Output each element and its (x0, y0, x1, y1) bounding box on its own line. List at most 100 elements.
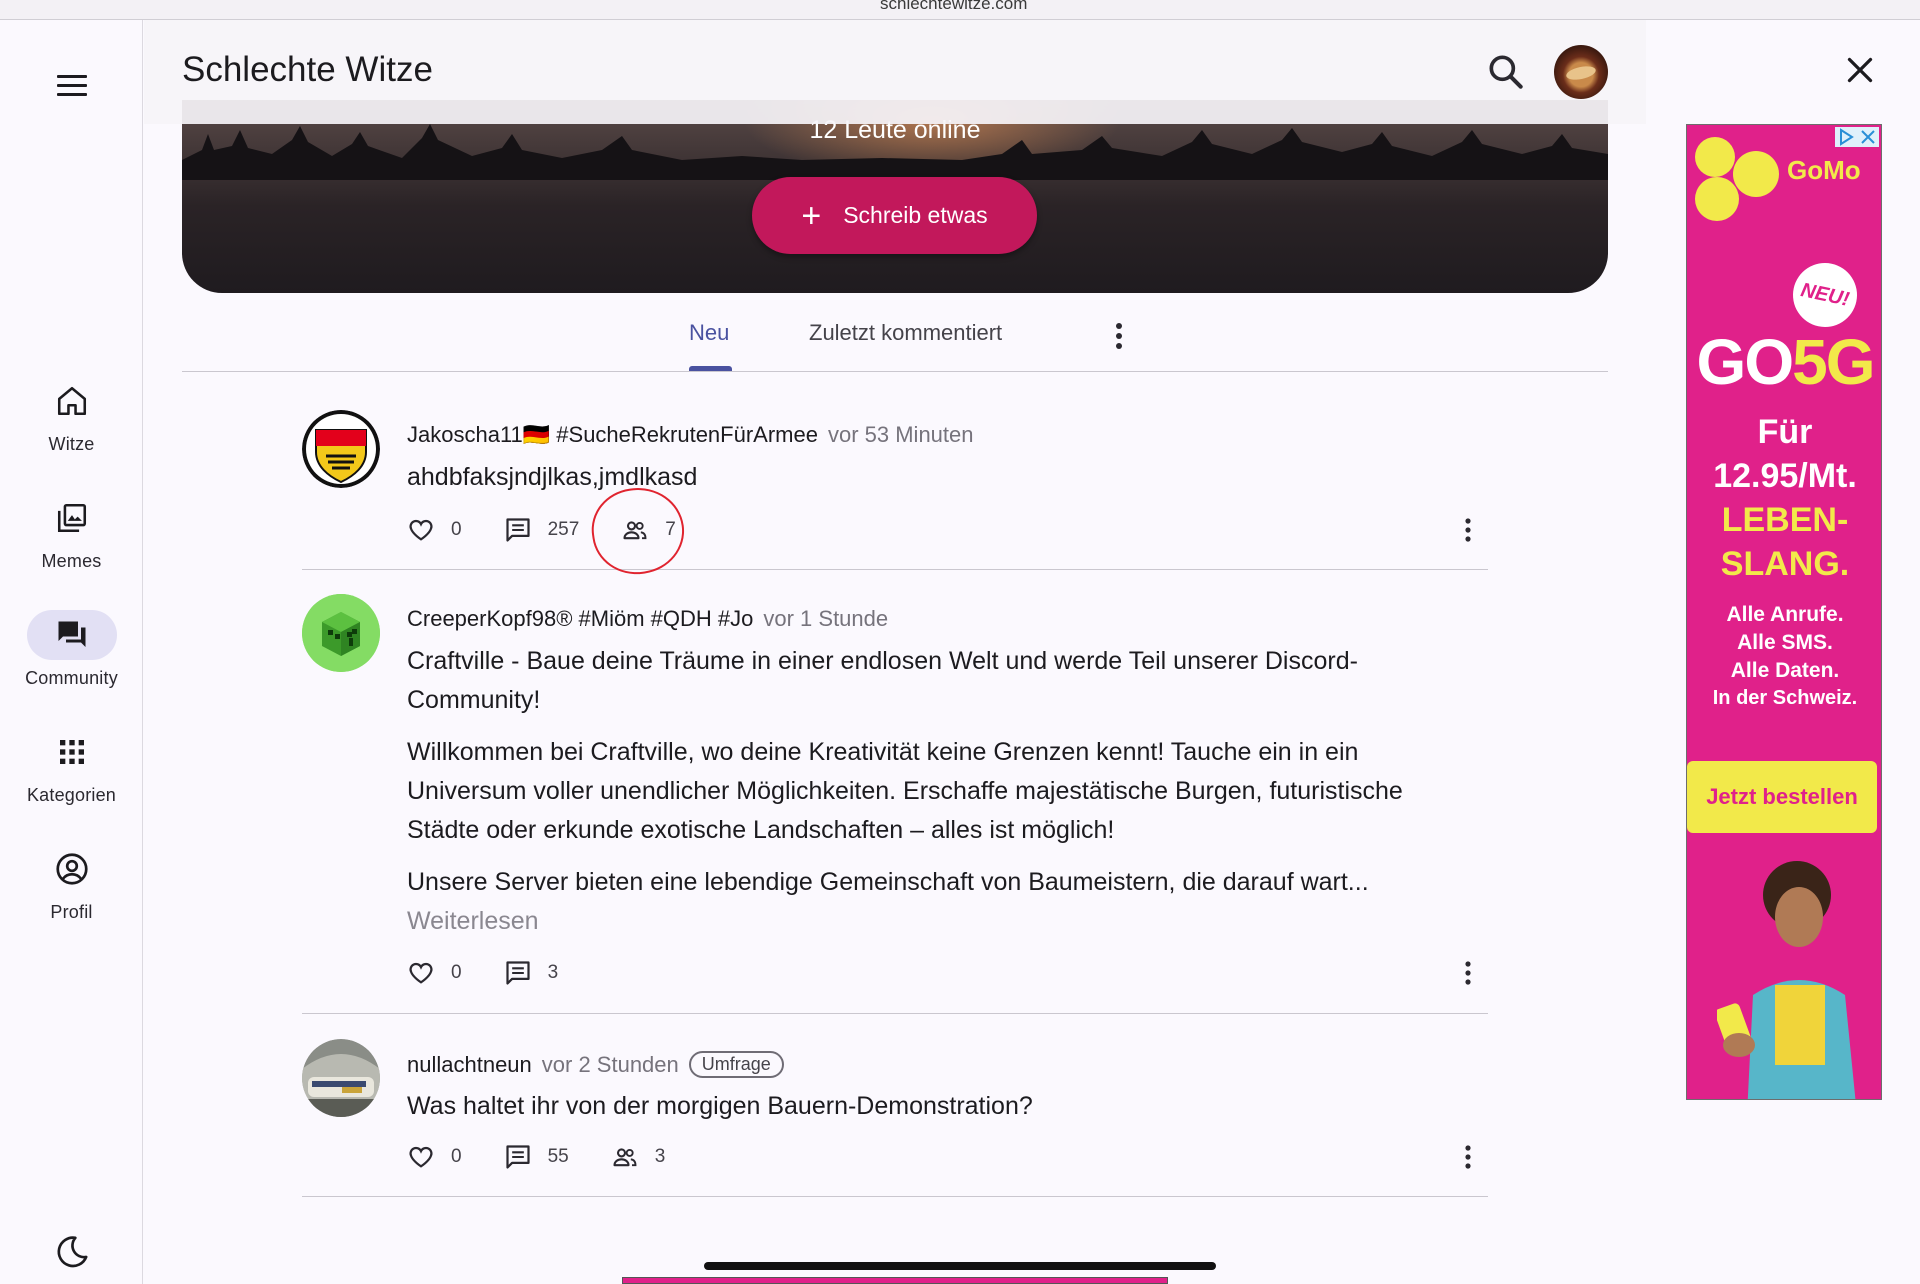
close-icon (1861, 130, 1875, 144)
people-icon (613, 1148, 637, 1167)
sidebar-item-kategorien[interactable]: Kategorien (0, 727, 143, 806)
sidebar: Witze Memes Community Kategorien Profil (0, 20, 143, 1284)
write-post-label: Schreib etwas (843, 202, 988, 228)
comment-icon (505, 518, 530, 542)
author-name[interactable]: Jakoscha11🇩🇪 #SucheRekrutenFürArmee (407, 422, 818, 447)
ad-slogan-line1: LEBEN- (1721, 501, 1849, 539)
post-meta: CreeperKopf98® #Miöm #QDH #Jo vor 1 Stund… (407, 606, 888, 632)
more-vert-icon[interactable] (1106, 318, 1132, 354)
home-icon (57, 386, 86, 416)
ad-headline: GO5G (1687, 325, 1881, 399)
sidebar-item-memes[interactable]: Memes (0, 493, 143, 572)
post-actions: 0 55 3 (407, 1137, 707, 1177)
heart-icon (409, 962, 433, 984)
community-hero-banner: 12 Leute online + Schreib etwas (182, 100, 1608, 293)
dark-mode-toggle[interactable] (52, 1232, 92, 1272)
close-button[interactable] (1842, 52, 1878, 88)
url-text: schlechtewitze.com (880, 0, 1028, 13)
write-post-button[interactable]: + Schreib etwas (752, 177, 1037, 254)
comment-icon (505, 961, 530, 985)
post-meta: Jakoscha11🇩🇪 #SucheRekrutenFürArmee vor 5… (407, 422, 974, 448)
sidebar-item-label: Witze (48, 434, 95, 454)
like-button[interactable]: 0 (407, 516, 462, 544)
post-paragraph: Craftville - Baue deine Träume in einer … (407, 647, 1358, 714)
author-avatar[interactable] (302, 1039, 380, 1117)
post-card[interactable]: Jakoscha11🇩🇪 #SucheRekrutenFürArmee vor 5… (302, 410, 1488, 570)
ad-feature: Alle SMS. (1737, 631, 1833, 654)
search-icon (1489, 55, 1523, 89)
page-title: Schlechte Witze (182, 50, 433, 89)
new-badge: NEU! (1787, 257, 1863, 333)
post-time: vor 53 Minuten (827, 422, 974, 447)
image-gallery-icon (57, 503, 86, 533)
post-paragraph: Unsere Server bieten eine lebendige Geme… (407, 868, 1369, 896)
search-button[interactable] (1484, 50, 1528, 94)
bottom-ad-banner[interactable] (622, 1277, 1168, 1284)
account-circle-icon (55, 853, 88, 885)
comment-icon (505, 1145, 530, 1169)
forum-icon (58, 621, 85, 647)
post-text: Was haltet ihr von der morgigen Bauern-D… (407, 1092, 1033, 1120)
like-count: 0 (451, 519, 462, 540)
more-vert-icon[interactable] (1458, 957, 1478, 989)
post-time: vor 1 Stunde (763, 606, 889, 631)
post-actions: 0 3 (407, 953, 600, 993)
ad-price-line1: Für (1757, 413, 1813, 451)
comment-count: 257 (547, 519, 580, 540)
gomo-advertisement[interactable]: GoMo NEU! GO5G Für 12.95/Mt. LEBEN- SLAN… (1686, 124, 1882, 1100)
ad-slogan-line2: SLANG. (1720, 545, 1850, 583)
heart-icon (409, 519, 433, 541)
author-avatar[interactable] (302, 594, 380, 672)
plus-icon: + (801, 196, 822, 235)
like-count: 0 (451, 1146, 462, 1167)
author-name[interactable]: nullachtneun (407, 1052, 532, 1077)
more-vert-icon[interactable] (1458, 514, 1478, 546)
sidebar-item-label: Kategorien (26, 785, 117, 805)
user-avatar[interactable] (1554, 45, 1608, 99)
sidebar-item-witze[interactable]: Witze (0, 376, 143, 455)
ad-price-line2: 12.95/Mt. (1713, 457, 1857, 495)
post-card[interactable]: CreeperKopf98® #Miöm #QDH #Jo vor 1 Stund… (302, 594, 1488, 1014)
tab-neu[interactable]: Neu (689, 320, 729, 346)
post-text: ahdbfaksjndjlkas,jmdlkasd (407, 463, 698, 491)
ad-choices-icon (1840, 128, 1854, 146)
participant-count: 3 (654, 1146, 666, 1167)
comments-button[interactable]: 257 (504, 516, 580, 544)
like-button[interactable]: 0 (407, 959, 462, 987)
sidebar-item-profil[interactable]: Profil (0, 844, 143, 923)
ad-feature: Alle Anrufe. (1726, 603, 1844, 626)
ad-headline-5g: 5G (1792, 326, 1875, 398)
ad-headline-go: GO (1696, 326, 1795, 398)
more-vert-icon[interactable] (1458, 1141, 1478, 1173)
hamburger-menu-icon[interactable] (52, 66, 92, 106)
like-button[interactable]: 0 (407, 1143, 462, 1171)
comments-button[interactable]: 55 (504, 1143, 569, 1171)
post-meta: nullachtneun vor 2 Stunden Umfrage (407, 1051, 784, 1078)
tab-zuletzt-kommentiert[interactable]: Zuletzt kommentiert (809, 320, 1002, 346)
home-indicator-bar (704, 1262, 1216, 1270)
active-tab-indicator (689, 366, 732, 371)
feed-tabs: Neu Zuletzt kommentiert (182, 300, 1608, 372)
sidebar-item-label: Community (25, 668, 118, 688)
moon-icon (57, 1236, 88, 1268)
ad-choices-badge[interactable] (1835, 127, 1879, 147)
post-paragraph: Willkommen bei Craftville, wo deine Krea… (407, 738, 1403, 844)
author-avatar[interactable] (302, 410, 380, 488)
comments-button[interactable]: 3 (504, 959, 558, 987)
sidebar-item-community[interactable]: Community (0, 610, 143, 689)
ad-cta-button[interactable]: Jetzt bestellen (1687, 761, 1877, 833)
close-icon (1847, 57, 1873, 83)
post-text: Craftville - Baue deine Träume in einer … (407, 642, 1467, 941)
browser-url-strip: schlechtewitze.com (0, 0, 1920, 20)
participants-button[interactable]: 3 (611, 1143, 666, 1171)
author-name[interactable]: CreeperKopf98® #Miöm #QDH #Jo (407, 606, 753, 631)
heart-icon (409, 1146, 433, 1168)
read-more-link[interactable]: Weiterlesen (407, 902, 1467, 941)
sidebar-item-label: Profil (50, 902, 93, 922)
post-card[interactable]: nullachtneun vor 2 Stunden Umfrage Was hal… (302, 1039, 1488, 1197)
apps-grid-icon (59, 740, 84, 764)
ad-feature: Alle Daten. (1730, 659, 1840, 682)
ad-brand: GoMo (1787, 155, 1861, 185)
poll-badge: Umfrage (688, 1051, 784, 1078)
like-count: 0 (451, 962, 462, 983)
